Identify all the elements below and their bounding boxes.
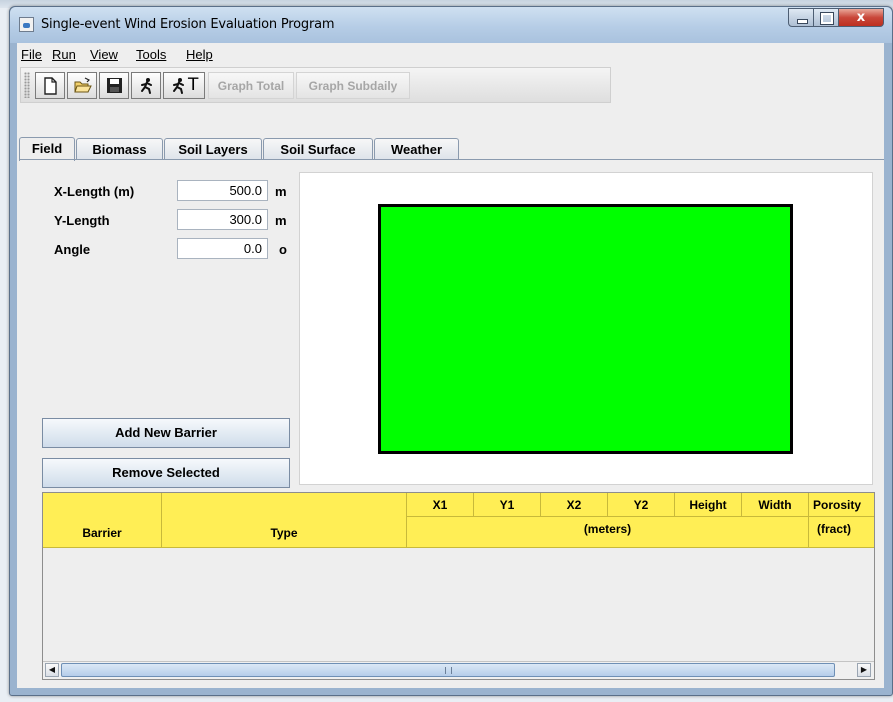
field-rectangle[interactable] xyxy=(378,204,793,454)
barrier-table: Barrier Type X1 Y1 X2 Y2 Height Width Po… xyxy=(42,492,875,680)
tab-biomass[interactable]: Biomass xyxy=(76,138,163,160)
menu-view[interactable]: View xyxy=(90,47,118,62)
app-window: Single-event Wind Erosion Evaluation Pro… xyxy=(9,6,893,696)
header-fract: (fract) xyxy=(809,517,874,548)
tab-soil-layers[interactable]: Soil Layers xyxy=(164,138,262,160)
angle-unit: o xyxy=(279,242,287,257)
caption-buttons: x xyxy=(788,8,884,27)
header-y1[interactable]: Y1 xyxy=(474,493,541,517)
header-type[interactable]: Type xyxy=(162,493,407,548)
tab-soil-surface[interactable]: Soil Surface xyxy=(263,138,373,160)
open-button[interactable] xyxy=(67,72,97,99)
menu-file[interactable]: File xyxy=(21,47,42,62)
angle-input[interactable] xyxy=(177,238,268,259)
tab-panel-border xyxy=(19,159,884,160)
scroll-grip-icon xyxy=(445,667,452,674)
maximize-button[interactable] xyxy=(814,8,839,27)
close-icon: x xyxy=(856,10,866,25)
java-app-icon xyxy=(19,17,34,32)
close-button[interactable]: x xyxy=(839,8,884,27)
new-file-icon xyxy=(44,77,57,95)
header-y2[interactable]: Y2 xyxy=(608,493,675,517)
header-width[interactable]: Width xyxy=(742,493,809,517)
minimize-button[interactable] xyxy=(788,8,814,27)
run-text-icon xyxy=(173,78,184,94)
remove-selected-button[interactable]: Remove Selected xyxy=(42,458,290,488)
run-icon xyxy=(141,78,152,94)
window-title: Single-event Wind Erosion Evaluation Pro… xyxy=(41,17,335,32)
header-porosity[interactable]: Porosity xyxy=(809,493,874,517)
tab-field[interactable]: Field xyxy=(19,137,75,161)
save-icon xyxy=(107,78,122,93)
menu-help[interactable]: Help xyxy=(186,47,213,62)
header-height[interactable]: Height xyxy=(675,493,742,517)
save-button[interactable] xyxy=(99,72,129,99)
angle-label: Angle xyxy=(54,242,91,257)
table-horizontal-scrollbar[interactable]: ◀ ▶ xyxy=(43,661,874,679)
scroll-thumb[interactable] xyxy=(61,663,835,677)
header-x2[interactable]: X2 xyxy=(541,493,608,517)
graph-subdaily-button[interactable]: Graph Subdaily xyxy=(296,72,410,99)
menu-tools[interactable]: Tools xyxy=(136,47,166,62)
header-barrier[interactable]: Barrier xyxy=(43,493,162,548)
y-length-unit: m xyxy=(275,213,287,228)
open-folder-icon xyxy=(74,77,92,93)
graph-total-button[interactable]: Graph Total xyxy=(208,72,294,99)
menu-bar: File Run View Tools Help xyxy=(17,43,884,65)
scroll-right-icon[interactable]: ▶ xyxy=(857,663,871,677)
toolbar-grip[interactable] xyxy=(24,72,30,98)
new-file-button[interactable] xyxy=(35,72,65,99)
y-length-input[interactable] xyxy=(177,209,268,230)
field-canvas[interactable] xyxy=(299,172,873,485)
run-text-label: T xyxy=(188,75,199,95)
scroll-left-icon[interactable]: ◀ xyxy=(45,663,59,677)
menu-run[interactable]: Run xyxy=(52,47,76,62)
toolbar: T Graph Total Graph Subdaily xyxy=(20,67,611,103)
header-meters: (meters) xyxy=(407,517,809,548)
header-x1[interactable]: X1 xyxy=(407,493,474,517)
y-length-label: Y-Length xyxy=(54,213,110,228)
run-button[interactable] xyxy=(131,72,161,99)
window-client: File Run View Tools Help T Graph Total G… xyxy=(17,43,884,688)
tab-weather[interactable]: Weather xyxy=(374,138,459,160)
title-bar[interactable]: Single-event Wind Erosion Evaluation Pro… xyxy=(10,7,892,43)
run-text-button[interactable]: T xyxy=(163,72,205,99)
add-new-barrier-button[interactable]: Add New Barrier xyxy=(42,418,290,448)
x-length-label: X-Length (m) xyxy=(54,184,135,199)
x-length-unit: m xyxy=(275,184,287,199)
x-length-input[interactable] xyxy=(177,180,268,201)
